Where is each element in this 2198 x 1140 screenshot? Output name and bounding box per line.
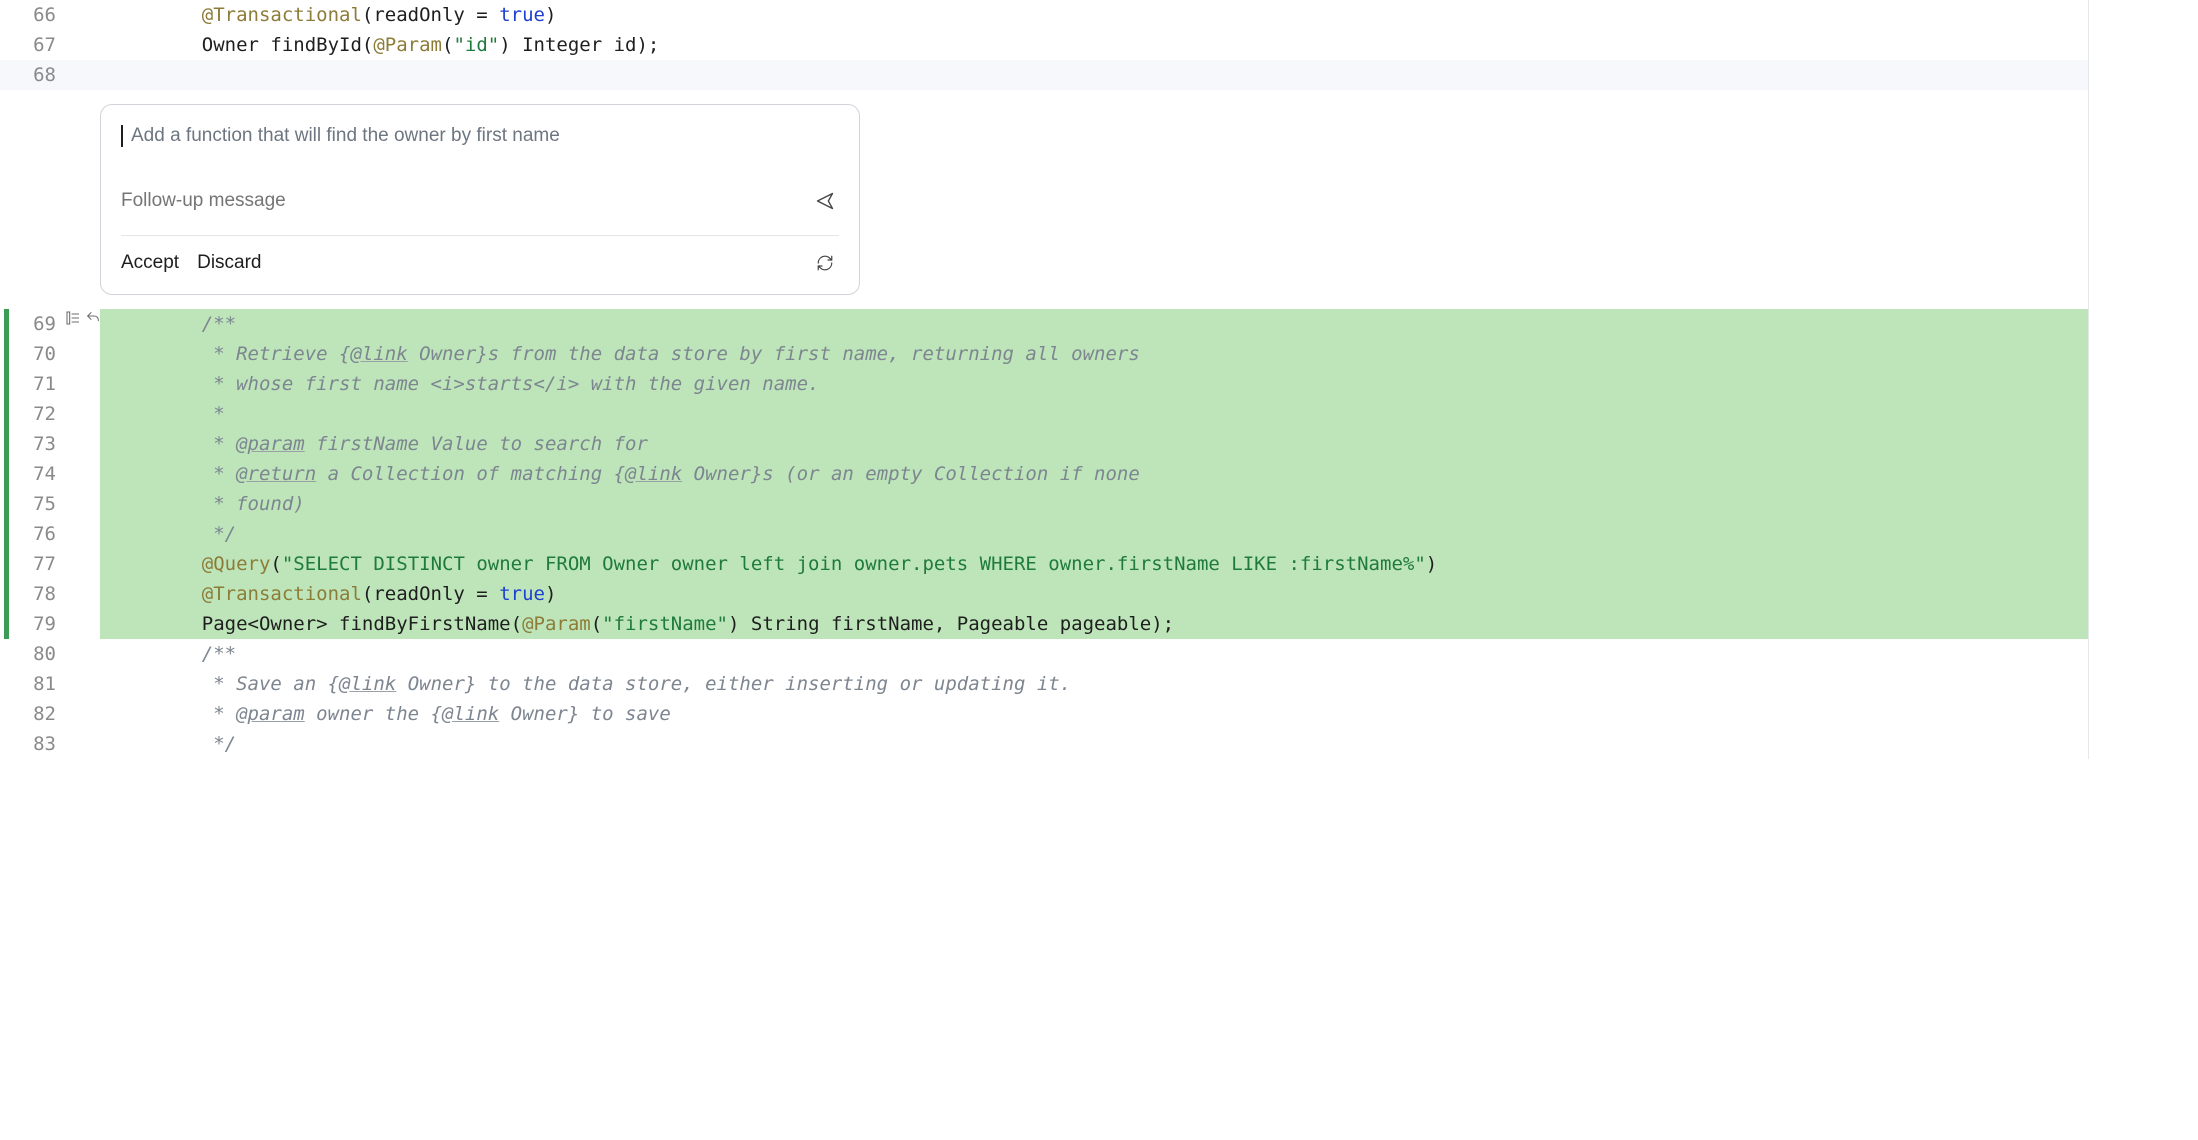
- line-number: 70: [0, 339, 100, 369]
- line-number: 78: [0, 579, 100, 609]
- send-icon: [815, 191, 835, 211]
- refresh-icon: [816, 254, 834, 272]
- editor-right-margin: [2088, 0, 2198, 30]
- code-line[interactable]: /**: [100, 639, 2088, 669]
- code-line[interactable]: [100, 60, 2088, 90]
- followup-input[interactable]: [121, 190, 811, 212]
- line-number: 69: [0, 309, 100, 339]
- editor-right-margin: [2088, 729, 2198, 759]
- line-number: 72: [0, 399, 100, 429]
- line-number: 75: [0, 489, 100, 519]
- editor-right-margin: [2088, 699, 2198, 729]
- ai-prompt-text: Add a function that will find the owner …: [131, 121, 560, 151]
- editor-right-margin: [2088, 399, 2198, 429]
- editor-right-margin: [2088, 609, 2198, 639]
- editor-right-margin: [2088, 489, 2198, 519]
- editor-right-margin: [2088, 669, 2198, 699]
- editor-right-margin: [2088, 369, 2198, 399]
- editor-right-margin: [2088, 519, 2198, 549]
- line-number: 74: [0, 459, 100, 489]
- editor-right-margin: [2088, 459, 2198, 489]
- code-line[interactable]: * @return a Collection of matching {@lin…: [100, 459, 2088, 489]
- line-number: 81: [0, 669, 100, 699]
- code-line[interactable]: Page<Owner> findByFirstName(@Param("firs…: [100, 609, 2088, 639]
- accept-button[interactable]: Accept: [121, 248, 179, 278]
- editor-right-margin: [2088, 60, 2198, 90]
- ai-suggestion-panel-slot: Add a function that will find the owner …: [100, 90, 2088, 309]
- gutter-spacer: [0, 90, 100, 309]
- code-line[interactable]: * Retrieve {@link Owner}s from the data …: [100, 339, 2088, 369]
- code-line[interactable]: @Query("SELECT DISTINCT owner FROM Owner…: [100, 549, 2088, 579]
- editor-right-margin: [2088, 90, 2198, 309]
- code-line[interactable]: * whose first name <i>starts</i> with th…: [100, 369, 2088, 399]
- editor-right-margin: [2088, 429, 2198, 459]
- ai-suggestion-panel: Add a function that will find the owner …: [100, 104, 860, 295]
- code-line[interactable]: @Transactional(readOnly = true): [100, 579, 2088, 609]
- code-line[interactable]: */: [100, 519, 2088, 549]
- send-button[interactable]: [811, 187, 839, 215]
- discard-button[interactable]: Discard: [197, 248, 261, 278]
- line-number: 76: [0, 519, 100, 549]
- line-number: 66: [0, 0, 100, 30]
- editor-right-margin: [2088, 309, 2198, 339]
- editor-right-margin: [2088, 639, 2198, 669]
- line-number: 68: [0, 60, 100, 90]
- code-line[interactable]: @Transactional(readOnly = true): [100, 0, 2088, 30]
- caret-icon: [121, 125, 123, 147]
- code-line[interactable]: * Save an {@link Owner} to the data stor…: [100, 669, 2088, 699]
- regenerate-button[interactable]: [811, 249, 839, 277]
- editor-right-margin: [2088, 579, 2198, 609]
- editor-right-margin: [2088, 30, 2198, 60]
- code-line[interactable]: * @param firstName Value to search for: [100, 429, 2088, 459]
- code-line[interactable]: * @param owner the {@link Owner} to save: [100, 699, 2088, 729]
- line-number: 73: [0, 429, 100, 459]
- line-number: 77: [0, 549, 100, 579]
- code-line[interactable]: Owner findById(@Param("id") Integer id);: [100, 30, 2088, 60]
- line-number: 80: [0, 639, 100, 669]
- line-number: 71: [0, 369, 100, 399]
- ai-prompt-display: Add a function that will find the owner …: [121, 121, 839, 157]
- line-number: 67: [0, 30, 100, 60]
- diff-compare-icon[interactable]: [64, 309, 82, 327]
- code-line[interactable]: *: [100, 399, 2088, 429]
- code-line[interactable]: */: [100, 729, 2088, 759]
- editor-right-margin: [2088, 339, 2198, 369]
- line-number: 79: [0, 609, 100, 639]
- line-number: 83: [0, 729, 100, 759]
- code-line[interactable]: * found): [100, 489, 2088, 519]
- code-editor[interactable]: 66 @Transactional(readOnly = true) 67 Ow…: [0, 0, 2198, 759]
- line-number: 82: [0, 699, 100, 729]
- editor-right-margin: [2088, 549, 2198, 579]
- code-line[interactable]: /**: [100, 309, 2088, 339]
